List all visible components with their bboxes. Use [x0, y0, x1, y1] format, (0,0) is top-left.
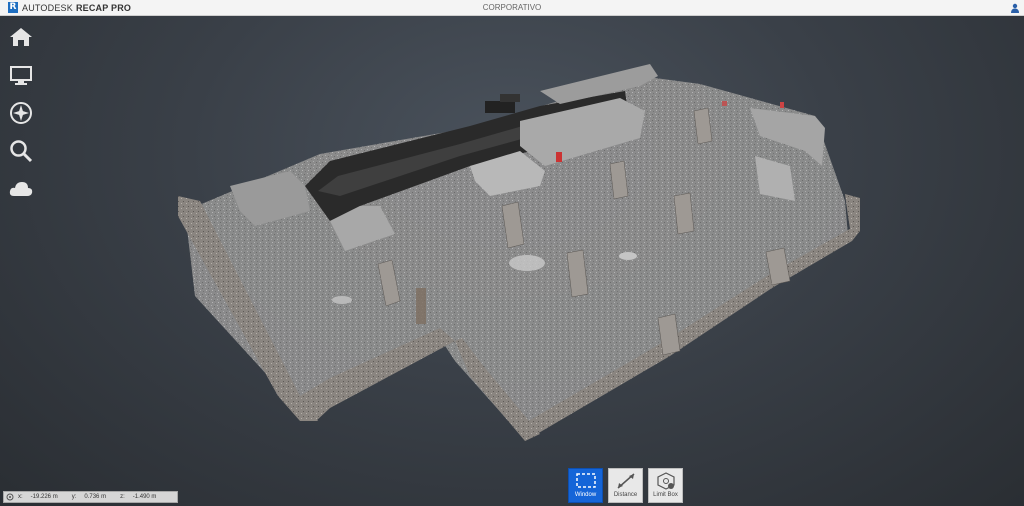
- search-icon[interactable]: [8, 138, 34, 164]
- document-title: CORPORATIVO: [482, 3, 542, 12]
- z-coordinate: z: -1.490 m: [120, 494, 157, 500]
- x-coordinate: x: -19.226 m: [18, 494, 58, 500]
- limit-box-label: Limit Box: [653, 492, 678, 498]
- brand-name: AUTODESK: [22, 2, 73, 13]
- distance-icon: [617, 473, 634, 489]
- y-coordinate: y: 0.736 m: [71, 494, 107, 500]
- point-cloud-viewport[interactable]: [0, 16, 1024, 490]
- home-icon[interactable]: [8, 24, 34, 50]
- distance-button[interactable]: Distance: [608, 468, 643, 503]
- window-select-button[interactable]: Window: [568, 468, 603, 503]
- distance-label: Distance: [613, 492, 638, 498]
- app-brand: AUTODESK RECAP PRO: [22, 3, 131, 13]
- crosshair-icon: [6, 493, 14, 501]
- navigation-compass-icon[interactable]: [8, 100, 34, 126]
- display-icon[interactable]: [8, 62, 34, 88]
- recap-logo-icon: R: [8, 2, 18, 13]
- user-icon[interactable]: [1010, 3, 1020, 13]
- red-object: [556, 152, 562, 162]
- limit-box-icon: [656, 472, 675, 490]
- coordinates-readout: x: -19.226 m y: 0.736 m z: -1.490 m: [3, 491, 178, 503]
- title-bar: R AUTODESK RECAP PRO CORPORATIVO: [0, 0, 1024, 16]
- window-label: Window: [574, 492, 597, 498]
- cloud-icon[interactable]: [8, 176, 34, 202]
- bottom-toolbar: Window Distance Limit Box: [568, 468, 683, 503]
- limit-box-button[interactable]: Limit Box: [648, 468, 683, 503]
- product-name: RECAP PRO: [75, 2, 132, 13]
- window-select-icon: [575, 473, 596, 488]
- left-toolbar: [8, 24, 34, 214]
